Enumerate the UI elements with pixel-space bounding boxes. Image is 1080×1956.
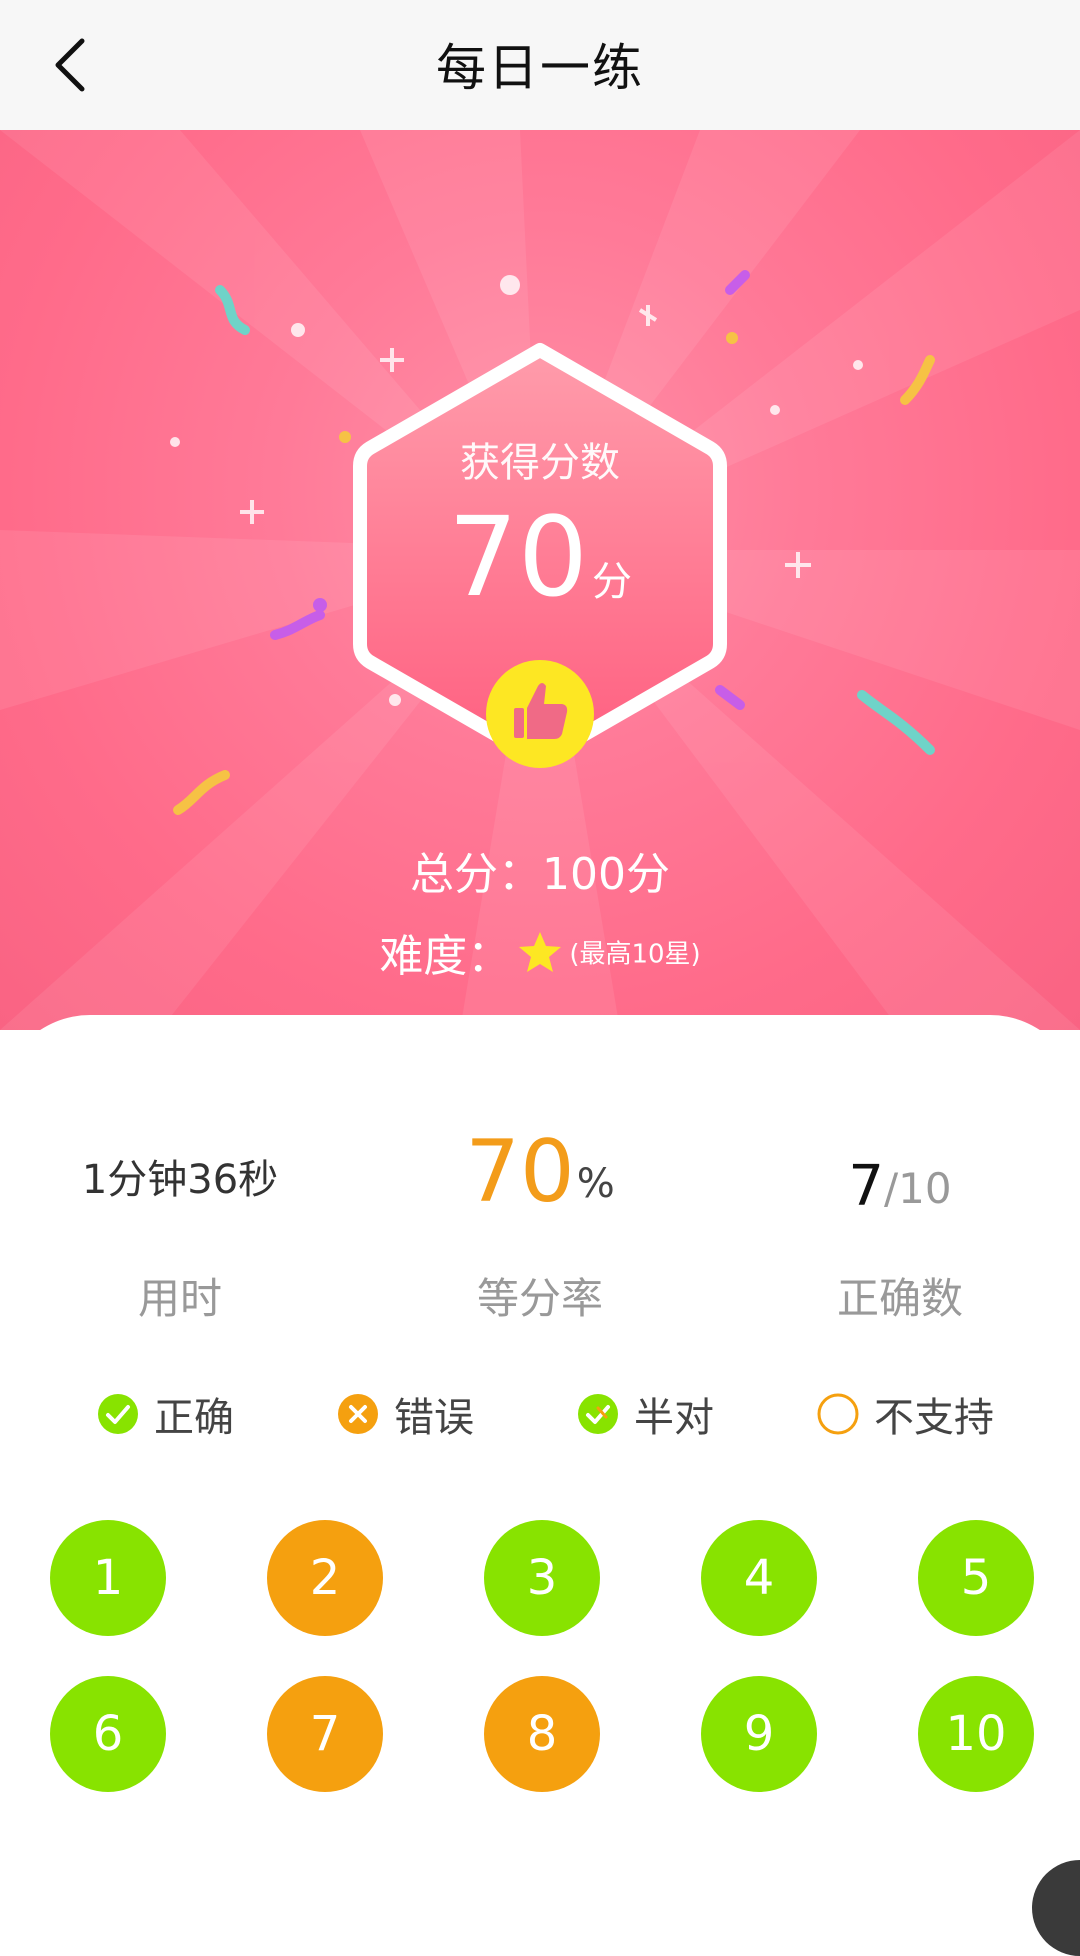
legend-half: 半对 [576, 1385, 714, 1443]
question-button-2[interactable]: 2 [267, 1520, 383, 1636]
time-label: 用时 [137, 1274, 222, 1323]
page-title: 每日一练 [436, 39, 644, 97]
question-button-6[interactable]: 6 [50, 1676, 166, 1792]
half-check-circle-icon [578, 1394, 618, 1434]
score-display: 70 分 [0, 502, 1080, 612]
legend-unsupported: 不支持 [816, 1385, 994, 1443]
empty-circle-icon [817, 1393, 859, 1435]
check-circle-icon [98, 1394, 138, 1434]
difficulty-row: 难度： (最高10星) [0, 920, 1080, 984]
legend-correct: 正确 [96, 1385, 234, 1443]
question-button-7[interactable]: 7 [267, 1676, 383, 1792]
time-value: 1分钟36秒 [81, 1157, 279, 1203]
nav-bar: 每日一练 [0, 0, 1080, 131]
score-unit: 分 [591, 559, 632, 605]
x-circle-icon [338, 1394, 378, 1434]
correct-value: 7 [848, 1154, 885, 1219]
result-card: 1分钟36秒 用时 70% 等分率 7/10 正确数 正确 错误 半对 不支持 … [0, 1015, 1080, 1920]
question-button-1[interactable]: 1 [50, 1520, 166, 1636]
question-button-10[interactable]: 10 [918, 1676, 1034, 1792]
score-value: 70 [448, 493, 588, 621]
rate-stat: 70% 等分率 [360, 1115, 720, 1326]
question-button-8[interactable]: 8 [484, 1676, 600, 1792]
total-score-text: 总分：100分 [410, 849, 670, 900]
rate-unit: % [576, 1161, 615, 1207]
score-label: 获得分数 [460, 440, 620, 486]
difficulty-label: 难度： [379, 931, 512, 982]
time-stat: 1分钟36秒 用时 [0, 1115, 360, 1326]
question-button-5[interactable]: 5 [918, 1520, 1034, 1636]
correct-total: /10 [884, 1164, 952, 1213]
star-icon [519, 932, 562, 972]
difficulty-note: (最高10星) [569, 939, 701, 970]
rate-label: 等分率 [476, 1274, 603, 1323]
question-button-3[interactable]: 3 [484, 1520, 600, 1636]
correct-label: 正确数 [836, 1274, 963, 1323]
thumbs-up-icon [486, 660, 594, 768]
question-button-4[interactable]: 4 [701, 1520, 817, 1636]
question-button-9[interactable]: 9 [701, 1676, 817, 1792]
score-banner: 获得分数 70 分 总分：100分 难度： (最高10星) [0, 130, 1080, 1030]
correct-stat: 7/10 正确数 [720, 1115, 1080, 1326]
rate-value: 70 [465, 1122, 575, 1222]
legend-wrong: 错误 [336, 1385, 474, 1443]
